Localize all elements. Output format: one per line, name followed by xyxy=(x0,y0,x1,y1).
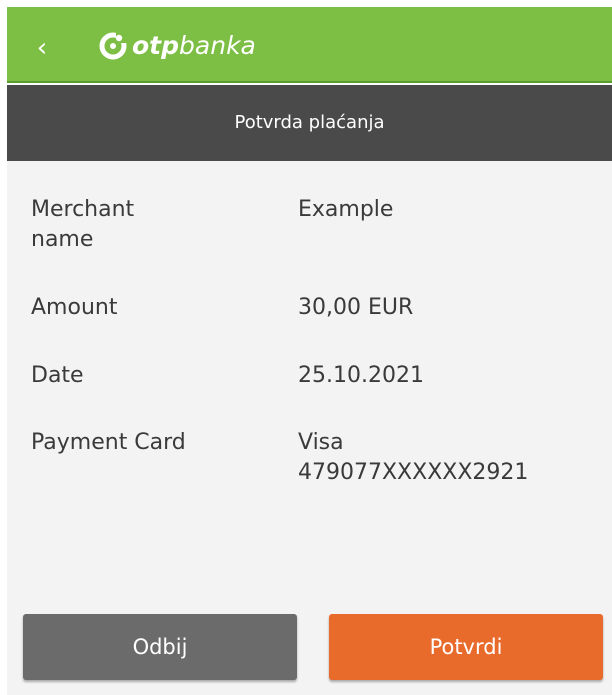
confirm-button[interactable]: Potvrdi xyxy=(329,614,603,680)
payment-card-value: Visa 479077XXXXXX2921 xyxy=(298,430,529,485)
page-title: Potvrda plaćanja xyxy=(7,85,612,161)
merchant-name-value: Example xyxy=(298,197,394,222)
brand-name-bold: otp xyxy=(132,31,180,60)
reject-button[interactable]: Odbij xyxy=(23,614,297,680)
payment-details-panel: Merchant name Example Amount 30,00 EUR D… xyxy=(7,161,612,695)
app-header: ‹ otpbanka xyxy=(7,7,612,83)
chevron-left-icon[interactable]: ‹ xyxy=(34,33,50,63)
brand-name-regular: banka xyxy=(179,31,256,60)
payment-card-label: Payment Card xyxy=(31,430,186,455)
amount-label: Amount xyxy=(31,295,118,320)
merchant-name-label: Merchant name xyxy=(31,197,135,252)
brand-name: otpbanka xyxy=(132,29,256,63)
otp-logo: otpbanka xyxy=(98,29,256,63)
amount-value: 30,00 EUR xyxy=(298,295,414,320)
otp-logo-icon xyxy=(99,32,128,60)
date-value: 25.10.2021 xyxy=(298,363,424,388)
date-label: Date xyxy=(31,363,84,388)
